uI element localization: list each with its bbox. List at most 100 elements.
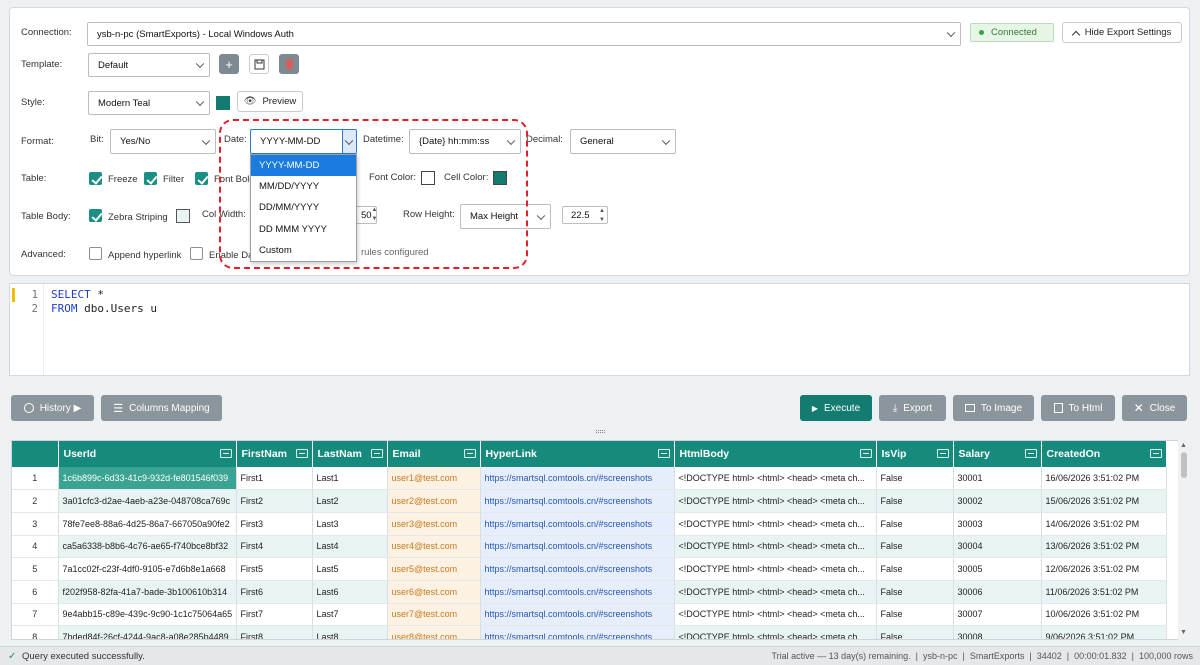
hide-export-settings-button[interactable]: Hide Export Settings xyxy=(1062,22,1182,43)
table-cell[interactable]: f202f958-82fa-41a7-bade-3b100610b314 xyxy=(58,580,237,604)
column-header-salary[interactable]: Salary xyxy=(953,441,1042,467)
freeze-checkbox[interactable] xyxy=(89,172,102,185)
table-cell[interactable]: 30003 xyxy=(953,512,1042,536)
filter-icon[interactable] xyxy=(370,449,383,458)
table-cell[interactable]: https://smartsql.comtools.cn/#screenshot… xyxy=(480,467,675,491)
table-cell[interactable]: 11/06/2026 3:51:02 PM xyxy=(1041,580,1167,604)
table-cell[interactable]: False xyxy=(876,625,954,639)
row-number[interactable]: 7 xyxy=(12,603,59,627)
table-cell[interactable]: <!DOCTYPE html> <html> <head> <meta ch..… xyxy=(674,603,877,627)
table-cell[interactable]: <!DOCTYPE html> <html> <head> <meta ch..… xyxy=(674,580,877,604)
close-button[interactable]: ✕ Close xyxy=(1122,395,1187,421)
row-number[interactable]: 8 xyxy=(12,625,59,639)
table-cell[interactable]: False xyxy=(876,512,954,536)
zebra-color-swatch[interactable] xyxy=(176,209,190,223)
table-cell[interactable]: <!DOCTYPE html> <html> <head> <meta ch..… xyxy=(674,467,877,491)
table-cell[interactable]: 9e4abb15-c89e-439c-9c90-1c1c75064a65 xyxy=(58,603,237,627)
filter-icon[interactable] xyxy=(859,449,872,458)
add-template-button[interactable]: + xyxy=(219,54,239,74)
table-cell[interactable]: user2@test.com xyxy=(387,489,481,513)
table-cell[interactable]: Last6 xyxy=(312,580,388,604)
table-cell[interactable]: https://smartsql.comtools.cn/#screenshot… xyxy=(480,625,675,639)
table-cell[interactable]: https://smartsql.comtools.cn/#screenshot… xyxy=(480,557,675,581)
table-cell[interactable]: 12/06/2026 3:51:02 PM xyxy=(1041,557,1167,581)
filter-icon[interactable] xyxy=(657,449,670,458)
table-cell[interactable]: 3a01cfc3-d2ae-4aeb-a23e-048708ca769c xyxy=(58,489,237,513)
table-cell[interactable]: First1 xyxy=(236,467,313,491)
table-cell[interactable]: https://smartsql.comtools.cn/#screenshot… xyxy=(480,512,675,536)
splitter-handle[interactable] xyxy=(596,430,605,433)
table-cell[interactable]: First6 xyxy=(236,580,313,604)
table-cell[interactable]: 13/06/2026 3:51:02 PM xyxy=(1041,535,1167,559)
table-cell[interactable]: user8@test.com xyxy=(387,625,481,639)
export-button[interactable]: ⤓ Export xyxy=(879,395,946,421)
table-cell[interactable]: 1c6b899c-6d33-41c9-932d-fe801546f039 xyxy=(58,467,237,491)
table-cell[interactable]: First2 xyxy=(236,489,313,513)
results-grid[interactable]: UserId FirstNam LastNam Email HyperLink … xyxy=(11,440,1190,640)
append-hyperlink-checkbox[interactable] xyxy=(89,247,102,260)
table-row[interactable]: 7 9e4abb15-c89e-439c-9c90-1c1c75064a65 Fir… xyxy=(12,603,1167,627)
table-cell[interactable]: 7a1cc02f-c23f-4df0-9105-e7d6b8e1a668 xyxy=(58,557,237,581)
table-cell[interactable]: 30002 xyxy=(953,489,1042,513)
execute-button[interactable]: ▶ Execute xyxy=(800,395,872,421)
filter-icon[interactable] xyxy=(463,449,476,458)
filter-icon[interactable] xyxy=(295,449,308,458)
row-number[interactable]: 6 xyxy=(12,580,59,604)
row-height-spinner[interactable]: ▲ ▼ xyxy=(599,207,605,225)
table-cell[interactable]: 14/06/2026 3:51:02 PM xyxy=(1041,512,1167,536)
preview-button[interactable]: 👁 Preview xyxy=(237,91,303,112)
table-cell[interactable]: Last3 xyxy=(312,512,388,536)
table-cell[interactable]: 9/06/2026 3:51:02 PM xyxy=(1041,625,1167,639)
table-cell[interactable]: Last4 xyxy=(312,535,388,559)
table-cell[interactable]: user6@test.com xyxy=(387,580,481,604)
table-cell[interactable]: <!DOCTYPE html> <html> <head> <meta ch..… xyxy=(674,512,877,536)
column-header-hyperlink[interactable]: HyperLink xyxy=(480,441,675,467)
filter-icon[interactable] xyxy=(1024,449,1037,458)
table-cell[interactable]: 15/06/2026 3:51:02 PM xyxy=(1041,489,1167,513)
table-cell[interactable]: Last7 xyxy=(312,603,388,627)
table-cell[interactable]: False xyxy=(876,580,954,604)
to-image-button[interactable]: To Image xyxy=(953,395,1034,421)
enable-checkbox[interactable] xyxy=(190,247,203,260)
table-cell[interactable]: First4 xyxy=(236,535,313,559)
table-cell[interactable]: user3@test.com xyxy=(387,512,481,536)
column-header-createdon[interactable]: CreatedOn xyxy=(1041,441,1167,467)
scroll-thumb[interactable] xyxy=(1181,452,1187,478)
table-cell[interactable]: False xyxy=(876,557,954,581)
connection-select[interactable]: ysb-n-pc (SmartExports) - Local Windows … xyxy=(87,22,961,46)
decimal-format-select[interactable]: General xyxy=(570,129,676,154)
table-cell[interactable]: False xyxy=(876,467,954,491)
table-cell[interactable]: <!DOCTYPE html> <html> <head> <meta ch..… xyxy=(674,625,877,639)
table-cell[interactable]: 10/06/2026 3:51:02 PM xyxy=(1041,603,1167,627)
row-number[interactable]: 3 xyxy=(12,512,59,536)
filter-icon[interactable] xyxy=(219,449,232,458)
scroll-down-icon[interactable]: ▼ xyxy=(1180,629,1187,636)
table-cell[interactable]: First8 xyxy=(236,625,313,639)
table-cell[interactable]: 30001 xyxy=(953,467,1042,491)
table-cell[interactable]: 30004 xyxy=(953,535,1042,559)
sql-editor[interactable]: 1 2 SELECT * FROM dbo.Users u xyxy=(9,283,1190,376)
table-cell[interactable]: First5 xyxy=(236,557,313,581)
table-cell[interactable]: <!DOCTYPE html> <html> <head> <meta ch..… xyxy=(674,489,877,513)
template-select[interactable]: Default xyxy=(88,53,210,77)
scroll-up-icon[interactable]: ▲ xyxy=(1180,442,1187,449)
row-height-input[interactable]: 22.5 ▲ ▼ xyxy=(562,206,608,224)
zebra-striping-checkbox[interactable] xyxy=(89,209,102,222)
column-header-email[interactable]: Email xyxy=(387,441,481,467)
to-html-button[interactable]: To Html xyxy=(1041,395,1115,421)
filter-icon[interactable] xyxy=(936,449,949,458)
table-cell[interactable]: 16/06/2026 3:51:02 PM xyxy=(1041,467,1167,491)
style-select[interactable]: Modern Teal xyxy=(88,91,210,115)
table-cell[interactable]: https://smartsql.comtools.cn/#screenshot… xyxy=(480,580,675,604)
table-cell[interactable]: https://smartsql.comtools.cn/#screenshot… xyxy=(480,603,675,627)
table-cell[interactable]: False xyxy=(876,535,954,559)
table-cell[interactable]: Last1 xyxy=(312,467,388,491)
column-header-firstname[interactable]: FirstNam xyxy=(236,441,313,467)
table-row[interactable]: 6 f202f958-82fa-41a7-bade-3b100610b314 Fir… xyxy=(12,580,1167,604)
table-cell[interactable]: user7@test.com xyxy=(387,603,481,627)
column-header-htmlbody[interactable]: HtmlBody xyxy=(674,441,877,467)
table-row[interactable]: 2 3a01cfc3-d2ae-4aeb-a23e-048708ca769c Fir… xyxy=(12,489,1167,513)
table-cell[interactable]: False xyxy=(876,489,954,513)
save-template-button[interactable] xyxy=(249,54,269,74)
row-number[interactable]: 1 xyxy=(12,467,59,491)
